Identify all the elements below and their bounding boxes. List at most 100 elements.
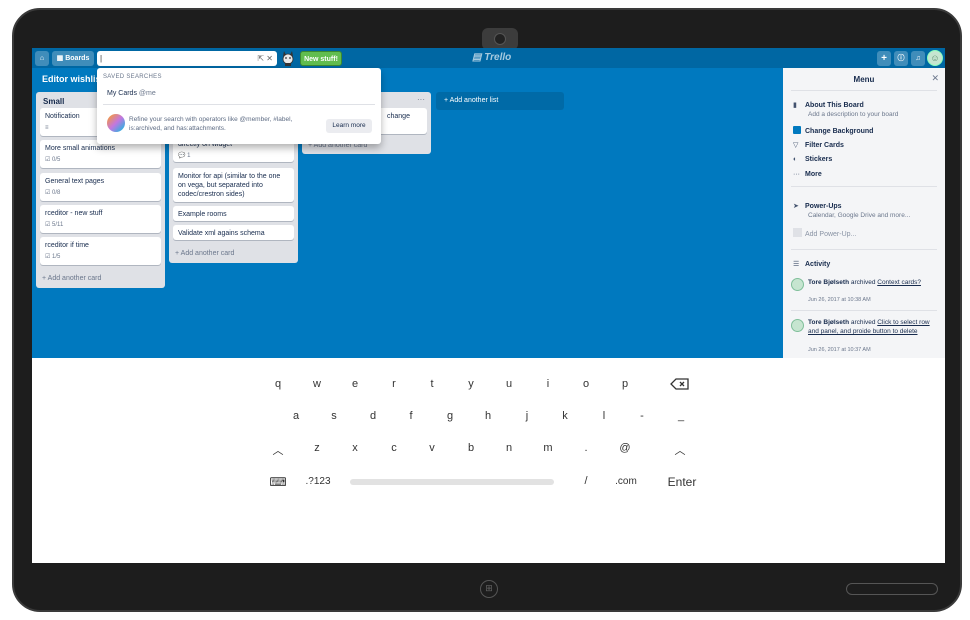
list-card[interactable]: rceditor if time ☑ 1/5 <box>40 237 161 265</box>
list-card[interactable]: Monitor for api (similar to the one on v… <box>173 168 294 202</box>
key-m[interactable]: m <box>538 442 558 454</box>
key-underscore[interactable]: _ <box>671 410 691 422</box>
key-d[interactable]: d <box>363 410 383 422</box>
avatar[interactable] <box>791 278 804 291</box>
board-icon: ▮ <box>793 102 797 109</box>
key-x[interactable]: x <box>345 442 365 454</box>
key-g[interactable]: g <box>440 410 460 422</box>
filter-icon: ▽ <box>793 142 799 149</box>
key-a[interactable]: a <box>286 410 306 422</box>
close-icon[interactable]: ✕ <box>266 54 273 63</box>
list-card[interactable]: General text pages ☑ 0/8 <box>40 173 161 201</box>
activity-user[interactable]: Tore Bjølseth <box>808 279 849 286</box>
shift-right-icon[interactable]: ︿ <box>670 442 690 458</box>
add-card-button[interactable]: + Add another card <box>42 275 101 282</box>
key-c[interactable]: c <box>384 442 404 454</box>
avatar[interactable] <box>791 319 804 332</box>
key-r[interactable]: r <box>384 378 404 390</box>
open-external-icon[interactable]: ⇱ <box>257 54 264 63</box>
list-title[interactable]: Small <box>43 97 64 106</box>
power-ups-item[interactable]: ➤ Power-Ups <box>793 202 842 210</box>
key-v[interactable]: v <box>422 442 442 454</box>
key-q[interactable]: q <box>268 378 288 390</box>
card-title: General text pages <box>45 178 105 185</box>
list-card[interactable]: rceditor - new stuff ☑ 5/11 <box>40 205 161 233</box>
home-button[interactable]: ⊞ <box>480 580 498 598</box>
key-u[interactable]: u <box>499 378 519 390</box>
activity-date[interactable]: Jun 26, 2017 at 10:38 AM <box>808 297 871 303</box>
checklist-badge: ☑ 5/11 <box>45 222 64 228</box>
close-icon[interactable]: ✕ <box>931 73 939 84</box>
learn-more-button[interactable]: Learn more <box>326 119 372 133</box>
shift-left-icon[interactable]: ︿ <box>268 442 288 458</box>
divider <box>791 249 937 250</box>
key-z[interactable]: z <box>307 442 327 454</box>
key-f[interactable]: f <box>401 410 421 422</box>
activity-action: archived <box>849 279 878 286</box>
key-j[interactable]: j <box>517 410 537 422</box>
key-dash[interactable]: - <box>632 410 652 422</box>
key-slash[interactable]: / <box>576 475 596 487</box>
saved-search-label: My Cards <box>107 90 137 97</box>
key-t[interactable]: t <box>422 378 442 390</box>
list-menu-icon[interactable]: ··· <box>417 95 425 104</box>
list-card[interactable]: More small animations ☑ 0/5 <box>40 140 161 168</box>
user-avatar[interactable]: ☺ <box>927 50 943 66</box>
keyboard-toggle-icon[interactable]: ⌨ <box>268 475 288 489</box>
activity-date[interactable]: Jun 26, 2017 at 10:37 AM <box>808 347 871 353</box>
on-screen-keyboard: q w e r t y u i o p a s d f g h j k l - … <box>32 358 945 563</box>
taco-mascot-icon[interactable] <box>280 50 296 66</box>
saved-search-item[interactable]: My Cards @me <box>107 90 156 97</box>
info-icon[interactable]: ⓘ <box>894 51 908 66</box>
activity-target-link[interactable]: Context cards? <box>877 279 921 286</box>
list-card[interactable]: Example rooms <box>173 206 294 221</box>
dotcom-key[interactable]: .com <box>612 476 640 487</box>
checklist-badge: ☑ 1/5 <box>45 254 61 260</box>
new-stuff-button[interactable]: New stuff! <box>300 51 342 66</box>
spacebar[interactable] <box>350 479 554 485</box>
activity-item[interactable]: ☰ Activity <box>793 260 830 268</box>
key-k[interactable]: k <box>555 410 575 422</box>
add-card-button[interactable]: + Add another card <box>175 250 234 257</box>
boards-button[interactable]: ▦ Boards <box>52 51 94 66</box>
key-b[interactable]: b <box>461 442 481 454</box>
backspace-icon[interactable] <box>670 378 690 390</box>
checklist-badge: ☑ 0/5 <box>45 157 61 163</box>
activity-user[interactable]: Tore Bjølseth <box>808 319 849 326</box>
add-icon[interactable]: + <box>877 51 891 66</box>
add-power-up-label: Add Power-Up... <box>805 231 857 238</box>
numbers-key[interactable]: .?123 <box>302 476 334 487</box>
stickers-item[interactable]: ◐ Stickers <box>793 156 832 163</box>
stickers-label: Stickers <box>805 156 833 163</box>
divider <box>791 310 937 311</box>
key-s[interactable]: s <box>324 410 344 422</box>
notification-bell-icon[interactable]: ♫ <box>911 51 925 66</box>
key-w[interactable]: w <box>307 378 327 390</box>
search-input[interactable]: | ⇱ ✕ <box>97 51 277 66</box>
home-icon[interactable]: ⌂ <box>35 51 49 66</box>
filter-cards-item[interactable]: ▽ Filter Cards <box>793 141 844 149</box>
key-at[interactable]: @ <box>615 442 635 454</box>
key-e[interactable]: e <box>345 378 365 390</box>
add-list-button[interactable]: + Add another list <box>436 92 564 110</box>
key-l[interactable]: l <box>594 410 614 422</box>
list-card[interactable]: Validate xml agains schema <box>173 225 294 240</box>
key-period[interactable]: . <box>576 442 596 454</box>
enter-key[interactable]: Enter <box>662 475 702 489</box>
trello-logo[interactable]: ▤ Trello <box>472 52 511 63</box>
key-n[interactable]: n <box>499 442 519 454</box>
key-h[interactable]: h <box>478 410 498 422</box>
key-o[interactable]: o <box>576 378 596 390</box>
about-board-item[interactable]: ▮ About This Board <box>793 101 864 109</box>
key-p[interactable]: p <box>615 378 635 390</box>
change-background-item[interactable]: Change Background <box>793 126 873 135</box>
camera-lens <box>494 33 506 45</box>
add-power-up-item[interactable]: Add Power-Up... <box>793 228 856 238</box>
key-i[interactable]: i <box>538 378 558 390</box>
key-y[interactable]: y <box>461 378 481 390</box>
activity-entry: Tore Bjølseth archived Click to select r… <box>808 318 934 336</box>
more-item[interactable]: ··· More <box>793 171 822 178</box>
divider <box>791 186 937 187</box>
board-title[interactable]: Editor wishlis <box>42 74 101 84</box>
change-background-label: Change Background <box>805 128 874 135</box>
